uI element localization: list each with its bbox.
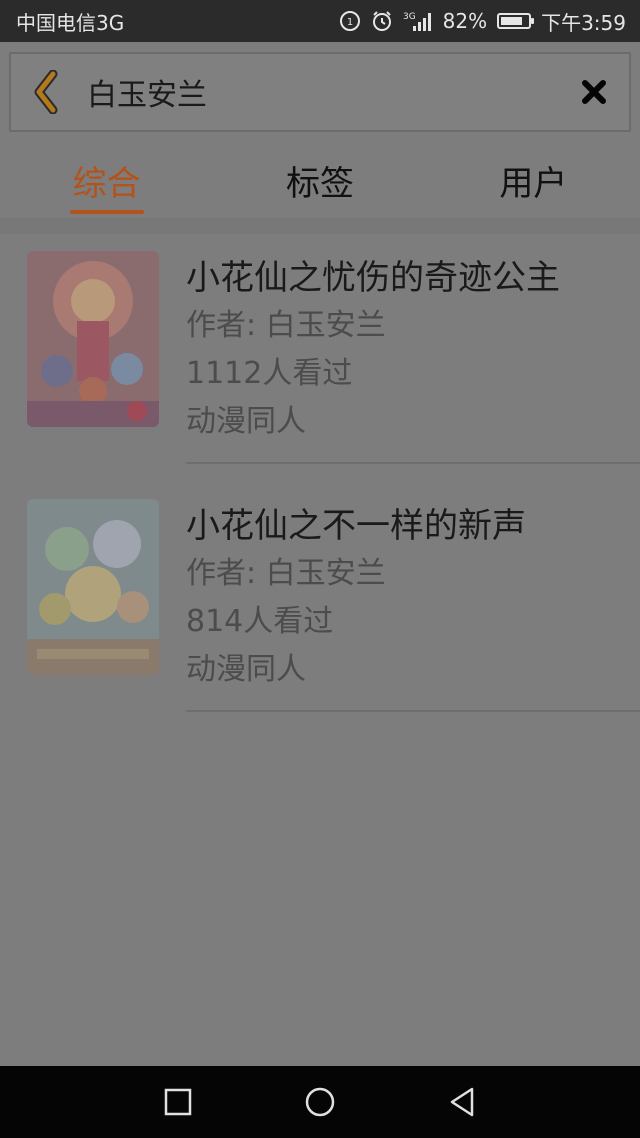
cover-image xyxy=(27,251,159,427)
list-divider xyxy=(186,710,640,712)
search-results-list: 小花仙之忧伤的奇迹公主 作者: 白玉安兰 1112人看过 动漫同人 小花仙之不一… xyxy=(0,234,640,730)
cover-image xyxy=(27,499,159,675)
svg-text:1: 1 xyxy=(346,17,352,28)
tab-label: 用户 xyxy=(499,164,568,204)
item-category: 动漫同人 xyxy=(186,404,306,439)
search-bar xyxy=(9,52,631,132)
item-title: 小花仙之不一样的新声 xyxy=(186,506,526,546)
home-button[interactable] xyxy=(249,1066,391,1138)
back-icon xyxy=(450,1087,474,1117)
tab-general[interactable]: 综合 xyxy=(37,146,177,216)
clock-time: 下午3:59 xyxy=(541,10,626,35)
clear-search-button[interactable] xyxy=(559,54,629,130)
home-icon xyxy=(305,1087,335,1117)
item-author: 作者: 白玉安兰 xyxy=(186,308,386,343)
close-icon xyxy=(582,80,606,104)
search-input[interactable] xyxy=(81,62,559,122)
carrier-label: 中国电信3G xyxy=(16,10,125,35)
item-title: 小花仙之忧伤的奇迹公主 xyxy=(186,258,560,298)
chevron-left-icon xyxy=(34,70,58,114)
tab-label: 标签 xyxy=(285,164,354,204)
item-text: 小花仙之不一样的新声 作者: 白玉安兰 814人看过 动漫同人 xyxy=(186,502,620,694)
active-tab-indicator xyxy=(69,210,144,214)
tab-tags[interactable]: 标签 xyxy=(250,146,390,216)
list-divider xyxy=(186,462,640,464)
network-type-label: 3G xyxy=(403,12,416,22)
item-category: 动漫同人 xyxy=(186,652,306,687)
tab-bar: 综合 标签 用户 xyxy=(0,146,640,218)
battery-percent: 82% xyxy=(442,9,488,33)
item-author: 作者: 白玉安兰 xyxy=(186,556,386,591)
system-nav-bar xyxy=(0,1066,640,1138)
status-icons: 1 3G 82% 下午3:59 xyxy=(339,7,626,36)
tabs-divider xyxy=(0,218,640,234)
item-views: 1112人看过 xyxy=(186,356,353,391)
status-bar: 中国电信3G 1 3G 82% 下午3:59 xyxy=(0,0,640,42)
recent-apps-icon xyxy=(164,1088,192,1116)
recent-apps-button[interactable] xyxy=(107,1066,249,1138)
battery-icon xyxy=(497,13,535,29)
list-item[interactable]: 小花仙之不一样的新声 作者: 白玉安兰 814人看过 动漫同人 xyxy=(0,482,640,730)
back-button[interactable] xyxy=(11,54,81,130)
signal-strength-icon: 3G xyxy=(403,10,433,32)
list-item[interactable]: 小花仙之忧伤的奇迹公主 作者: 白玉安兰 1112人看过 动漫同人 xyxy=(0,234,640,482)
item-views: 814人看过 xyxy=(186,604,334,639)
battery-level-fill xyxy=(501,17,523,25)
tab-label: 综合 xyxy=(72,164,141,204)
alarm-clock-icon xyxy=(371,10,393,32)
lte-sim-icon: 1 xyxy=(339,10,361,32)
tab-users[interactable]: 用户 xyxy=(463,146,603,216)
nav-back-button[interactable] xyxy=(391,1066,533,1138)
item-text: 小花仙之忧伤的奇迹公主 作者: 白玉安兰 1112人看过 动漫同人 xyxy=(186,254,620,446)
